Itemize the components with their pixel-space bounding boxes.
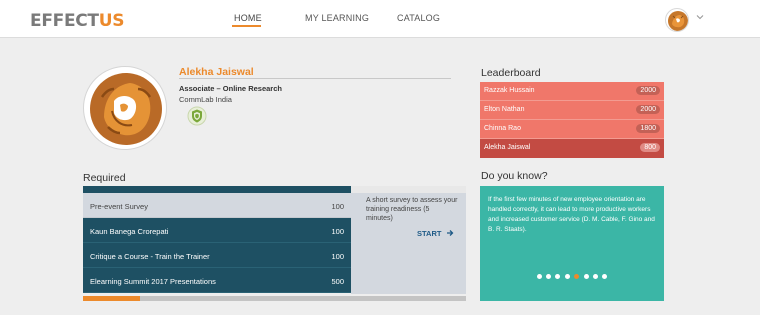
carousel-dot-active[interactable] bbox=[574, 274, 580, 279]
required-header-bar bbox=[83, 186, 351, 193]
carousel-dot[interactable] bbox=[583, 274, 589, 279]
leaderboard-name: Elton Nathan bbox=[484, 106, 525, 113]
carousel-dot[interactable] bbox=[564, 274, 570, 279]
required-item[interactable]: Critique a Course - Train the Trainer 10… bbox=[83, 243, 351, 268]
required-item-name: Pre-event Survey bbox=[90, 202, 148, 211]
carousel-dot[interactable] bbox=[592, 274, 598, 279]
leaderboard-row[interactable]: Razzak Hussain 2000 bbox=[480, 82, 664, 101]
leaderboard-row-current-user[interactable]: Alekha Jaiswal 800 bbox=[480, 139, 664, 158]
lion-avatar-icon bbox=[90, 73, 162, 145]
carousel-dot[interactable] bbox=[602, 274, 608, 279]
start-button[interactable]: START bbox=[417, 229, 454, 238]
required-item-score: 100 bbox=[331, 202, 344, 211]
leaderboard-score: 800 bbox=[640, 143, 660, 152]
leaderboard-name: Alekha Jaiswal bbox=[484, 144, 531, 151]
required-item-name: Kaun Banega Crorepati bbox=[90, 227, 169, 236]
leaderboard-score: 1800 bbox=[636, 124, 660, 133]
required-description: A short survey to assess your training r… bbox=[366, 197, 458, 222]
leaderboard-row[interactable]: Chinna Rao 1800 bbox=[480, 120, 664, 139]
carousel-dots bbox=[480, 266, 664, 284]
nav-active-indicator bbox=[232, 25, 261, 27]
required-item-name: Critique a Course - Train the Trainer bbox=[90, 252, 210, 261]
shield-badge-icon[interactable] bbox=[187, 106, 207, 126]
start-label: START bbox=[417, 229, 442, 238]
required-item-selected[interactable]: Pre-event Survey 100 bbox=[83, 193, 351, 218]
lion-avatar-icon bbox=[668, 11, 688, 31]
profile-organization: CommLab India bbox=[179, 95, 232, 104]
did-you-know-title: Do you know? bbox=[481, 170, 548, 182]
effectus-logo[interactable]: EFFECTUS bbox=[30, 11, 124, 31]
required-progress-bar bbox=[83, 296, 466, 301]
required-item[interactable]: Kaun Banega Crorepati 100 bbox=[83, 218, 351, 243]
leaderboard-row[interactable]: Elton Nathan 2000 bbox=[480, 101, 664, 120]
required-item-score: 100 bbox=[331, 227, 344, 236]
required-progress-fill bbox=[83, 296, 141, 301]
did-you-know-card: If the first few minutes of new employee… bbox=[480, 186, 664, 301]
chevron-down-icon[interactable] bbox=[695, 12, 705, 22]
required-side-header bbox=[351, 186, 466, 193]
required-item-name: Elearning Summit 2017 Presentations bbox=[90, 277, 216, 286]
carousel-dot[interactable] bbox=[546, 274, 552, 279]
leaderboard-name: Chinna Rao bbox=[484, 125, 521, 132]
logo-text-accent: US bbox=[98, 11, 125, 31]
profile-avatar bbox=[83, 66, 167, 150]
nav-my-learning[interactable]: MY LEARNING bbox=[305, 13, 369, 23]
leaderboard-score: 2000 bbox=[636, 86, 660, 95]
nav-catalog[interactable]: CATALOG bbox=[397, 13, 440, 23]
required-list: Pre-event Survey 100 Kaun Banega Crorepa… bbox=[83, 193, 351, 293]
nav-home[interactable]: HOME bbox=[234, 13, 262, 23]
profile-divider bbox=[179, 78, 451, 79]
leaderboard-title: Leaderboard bbox=[481, 67, 541, 79]
leaderboard-name: Razzak Hussain bbox=[484, 87, 535, 94]
carousel-dot[interactable] bbox=[555, 274, 561, 279]
user-avatar[interactable] bbox=[665, 8, 689, 32]
leaderboard-list: Razzak Hussain 2000 Elton Nathan 2000 Ch… bbox=[480, 82, 664, 158]
required-item[interactable]: Elearning Summit 2017 Presentations 500 bbox=[83, 268, 351, 293]
leaderboard-score: 2000 bbox=[636, 105, 660, 114]
required-detail-panel: A short survey to assess your training r… bbox=[351, 193, 466, 294]
carousel-dot[interactable] bbox=[536, 274, 542, 279]
required-item-score: 100 bbox=[331, 252, 344, 261]
profile-name: Alekha Jaiswal bbox=[179, 66, 254, 78]
profile-role: Associate – Online Research bbox=[179, 84, 282, 93]
arrow-right-icon bbox=[446, 230, 453, 236]
logo-text: EFFECT bbox=[30, 11, 99, 31]
top-header: EFFECTUS HOME MY LEARNING CATALOG bbox=[0, 0, 760, 38]
did-you-know-text: If the first few minutes of new employee… bbox=[488, 196, 655, 233]
required-item-score: 500 bbox=[331, 277, 344, 286]
required-title: Required bbox=[83, 172, 126, 184]
